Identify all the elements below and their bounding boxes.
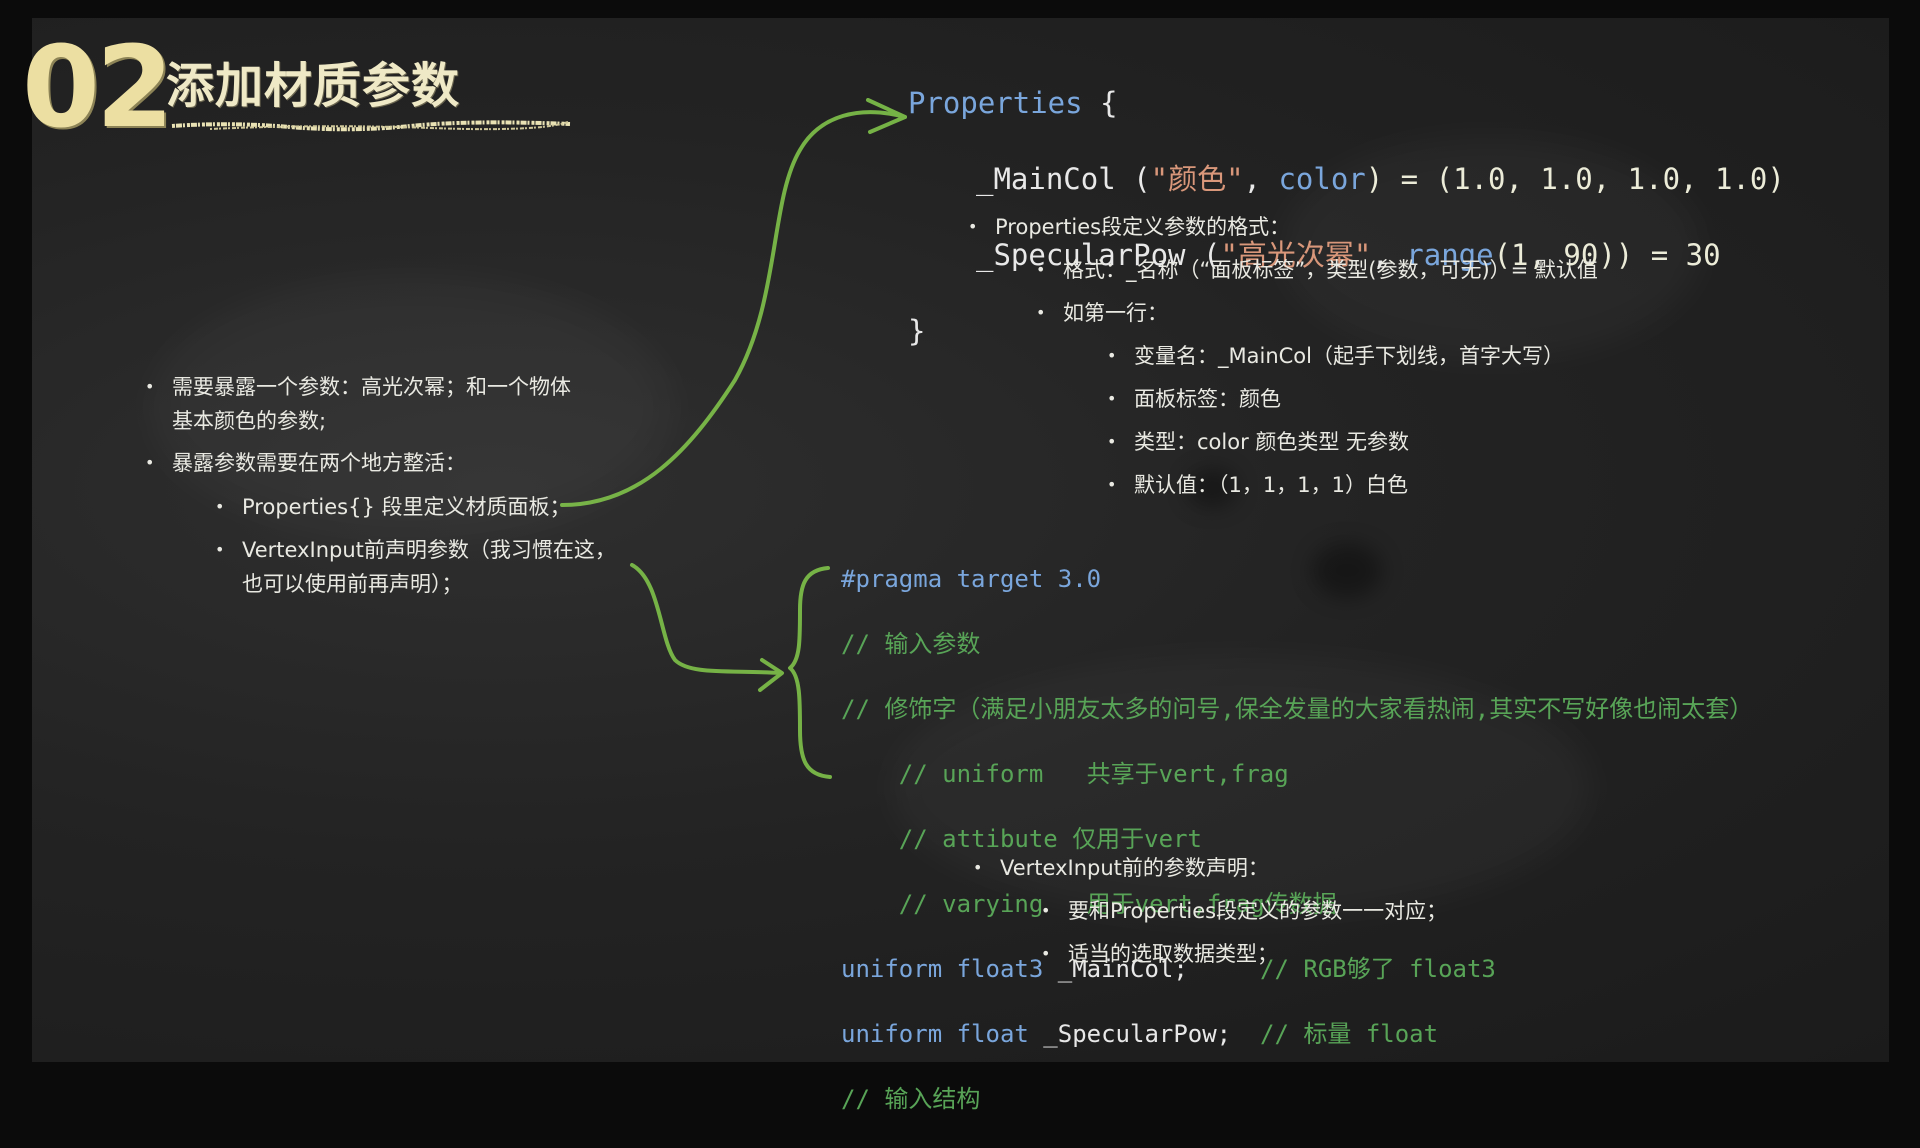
properties-notes-item: 变量名：_MainCol（起手下划线，首字大写） xyxy=(1107,339,1564,373)
properties-notes-item: 面板标签：颜色 xyxy=(1107,382,1281,416)
code-text: } xyxy=(908,314,926,348)
vertex-notes-item: 要和Properties段定义的参数一一对应； xyxy=(1041,894,1447,928)
shader-code-block: #pragma target 3.0 // 输入参数 // 修饰字（满足小朋友太… xyxy=(841,530,1753,1148)
slide-number: 02 xyxy=(22,23,174,153)
code-line: uniform float _SpecularPow; // 标量 float xyxy=(841,1018,1753,1051)
code-comment: // 输入参数 xyxy=(841,629,981,658)
code-identifier: _MainCol xyxy=(976,162,1116,196)
slide-title: 添加材质参数 xyxy=(166,58,461,114)
left-note-2a: Properties{} 段里定义材质面板； xyxy=(215,490,570,524)
code-keyword: uniform float3 xyxy=(841,954,1044,983)
vertex-notes-item: 适当的选取数据类型； xyxy=(1041,937,1278,971)
code-string: "颜色" xyxy=(1150,162,1244,196)
properties-notes-heading: Properties段定义参数的格式： xyxy=(968,210,1290,244)
code-keyword: color xyxy=(1278,162,1366,196)
code-comment: // 修饰字（满足小朋友太多的问号,保全发量的大家看热闹,其实不写好像也闹太套） xyxy=(841,694,1754,723)
code-line: _MainCol ("颜色", color) = (1.0, 1.0, 1.0,… xyxy=(908,160,1785,198)
code-keyword: uniform float xyxy=(841,1019,1029,1048)
code-keyword: Properties xyxy=(908,86,1083,120)
properties-notes-item: 默认值：（1，1，1，1）白色 xyxy=(1107,468,1408,502)
code-comment: // 标量 float xyxy=(1231,1019,1439,1048)
left-note-1-cont: 基本颜色的参数; xyxy=(172,409,327,433)
code-comment: // uniform 共享于vert,frag xyxy=(841,759,1289,788)
code-text: ) = (1.0, 1.0, 1.0, 1.0) xyxy=(1365,162,1785,196)
code-identifier: _SpecularPow; xyxy=(1028,1019,1232,1048)
left-note-2b: VertexInput前声明参数（我习惯在这， xyxy=(215,533,616,567)
code-text: { xyxy=(1082,86,1118,120)
properties-notes-item: 类型：color 颜色类型 无参数 xyxy=(1107,425,1409,459)
code-text: ( xyxy=(1115,162,1151,196)
left-note-2: 暴露参数需要在两个地方整活： xyxy=(145,446,466,480)
properties-notes-example: 如第一行： xyxy=(1036,296,1168,330)
left-note-1: 需要暴露一个参数：高光次幂；和一个物体 xyxy=(145,370,571,404)
vertex-notes-heading: VertexInput前的参数声明： xyxy=(973,851,1269,885)
code-line: Properties { xyxy=(908,84,1785,122)
left-note-2b-cont: 也可以使用前再声明）； xyxy=(242,572,463,596)
code-pragma: #pragma target 3.0 xyxy=(841,564,1102,593)
properties-notes-format: 格式：_名称（“面板标签”，类型(参数，可无)）= 默认值 xyxy=(1036,253,1598,287)
code-comment: // 输入结构 xyxy=(841,1084,981,1113)
title-chalk-underline xyxy=(171,120,571,132)
code-line: uniform float3 _MainCol; // RGB够了 float3 xyxy=(841,953,1753,986)
code-text: , xyxy=(1243,162,1279,196)
